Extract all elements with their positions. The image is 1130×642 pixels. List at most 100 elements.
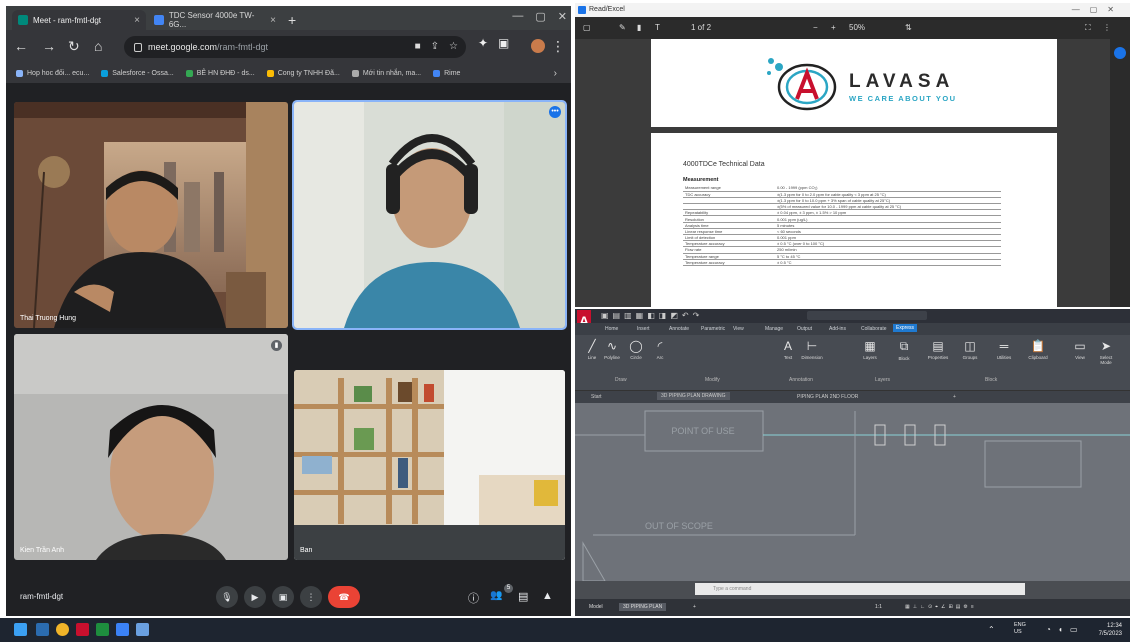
ribbon-tab-insert[interactable]: Insert xyxy=(637,326,650,332)
doc-tab-3d-piping[interactable]: 3D PIPING PLAN DRAWING xyxy=(657,392,730,400)
end-call-button[interactable]: ☎ xyxy=(328,586,360,608)
present-button[interactable]: ▣ xyxy=(272,586,294,608)
layout-tab-model[interactable]: Model xyxy=(589,604,603,610)
close-icon[interactable]: × xyxy=(270,15,276,26)
clock[interactable]: 12:34 7/5/2023 xyxy=(1099,622,1122,638)
drawing-canvas[interactable]: POINT OF USE OUT OF SCOPE xyxy=(575,403,1130,581)
bookmark-item[interactable]: Salesforce - Ossa... xyxy=(101,70,174,77)
ribbon-tab-output[interactable]: Output xyxy=(797,326,812,332)
ribbon-panel-modify[interactable]: Modify xyxy=(705,377,720,383)
ribbon-tab-express[interactable]: Express xyxy=(893,324,918,332)
command-line[interactable]: Type a command xyxy=(695,583,1025,595)
ribbon-tab-view[interactable]: View xyxy=(733,326,744,332)
tool-text[interactable]: A Text xyxy=(777,339,799,369)
reload-icon[interactable]: ↻ xyxy=(68,39,80,53)
files-icon[interactable] xyxy=(136,623,149,636)
add-layout-icon[interactable]: + xyxy=(693,604,696,610)
draw-icon[interactable]: ✎ xyxy=(619,23,626,32)
zoom-in-icon[interactable]: + xyxy=(831,23,836,32)
close-window-button[interactable]: ✕ xyxy=(558,10,567,23)
status-toggles[interactable]: ▦⊥∟⊙⌖∠⊞▤⚙≡ xyxy=(905,604,977,610)
mic-button[interactable]: 🎙 xyxy=(216,586,238,608)
tool-dimension[interactable]: ⊢ Dimension xyxy=(801,339,823,369)
zoom-level[interactable]: 50% xyxy=(849,23,865,32)
minimize-button[interactable]: — xyxy=(512,10,523,23)
people-icon[interactable]: 👥 xyxy=(490,590,502,601)
scale-readout[interactable]: 1:1 xyxy=(875,604,882,610)
tool-properties[interactable]: ▤ Properties xyxy=(927,339,949,369)
bookmark-item[interactable]: Cong ty TNHH Đã... xyxy=(266,70,340,77)
camera-button[interactable]: ▶ xyxy=(244,586,266,608)
ribbon-panel-block[interactable]: Block xyxy=(985,377,997,383)
video-tile-thai-truong-hung[interactable]: Thai Truong Hung xyxy=(14,102,288,328)
tab-tdc-sensor[interactable]: TDC Sensor 4000e TW-6G... × xyxy=(148,10,282,30)
new-tab-button[interactable]: + xyxy=(288,12,296,28)
sidebar-toggle-icon[interactable]: ▢ xyxy=(583,23,591,32)
address-bar[interactable]: meet.google.com/ram-fmtl-dgt ■ ⇪ ☆ xyxy=(124,36,466,58)
activities-icon[interactable]: ▲ xyxy=(542,590,553,602)
window-controls[interactable]: —▢✕ xyxy=(1072,3,1124,17)
language-indicator[interactable]: ENG US xyxy=(1014,622,1026,636)
back-icon[interactable]: ← xyxy=(14,39,28,53)
camera-icon[interactable]: ■ xyxy=(415,41,421,52)
ribbon-panel-annotation[interactable]: Annotation xyxy=(789,377,813,383)
chat-icon[interactable]: ▤ xyxy=(518,590,528,603)
bookmark-item[interactable]: Mới tin nhắn, ma... xyxy=(351,70,421,77)
tool-circle[interactable]: ◯ Circle xyxy=(625,339,647,369)
ribbon-tab-collaborate[interactable]: Collaborate xyxy=(861,326,887,332)
sidepanel-icon[interactable]: ▣ xyxy=(498,36,509,50)
extensions-icon[interactable]: ✦ xyxy=(478,36,488,50)
tool-clipboard[interactable]: 📋 Clipboard xyxy=(1027,339,1049,369)
bookmark-item[interactable]: Hop hoc đối... ecu... xyxy=(16,70,89,77)
tab-meet[interactable]: Meet - ram-fmtl-dgt × xyxy=(12,10,146,30)
command-input[interactable]: Type a command xyxy=(713,586,751,592)
ribbon-tab-parametric[interactable]: Parametric xyxy=(701,326,725,332)
bookmark-star-icon[interactable]: ☆ xyxy=(449,41,458,52)
text-select-icon[interactable]: T xyxy=(655,23,660,32)
home-icon[interactable]: ⌂ xyxy=(94,39,102,53)
video-tile-ban[interactable]: Ban xyxy=(294,370,565,560)
tool-groups[interactable]: ◫ Groups xyxy=(959,339,981,369)
chevron-up-icon[interactable]: ⌃ xyxy=(988,625,997,634)
ribbon-panel-layers[interactable]: Layers xyxy=(875,377,890,383)
new-doc-tab-icon[interactable]: + xyxy=(953,394,956,400)
tool-polyline[interactable]: ∿ Polyline xyxy=(601,339,623,369)
bookmark-item[interactable]: BÊ HN ĐHĐ - ds... xyxy=(185,70,255,77)
assistant-icon[interactable] xyxy=(1114,47,1126,59)
forward-icon[interactable]: → xyxy=(42,39,56,53)
pdf-menu-icon[interactable]: ⋮ xyxy=(1103,23,1111,32)
meeting-info-icon[interactable]: ⓘ xyxy=(468,590,479,606)
zoom-out-icon[interactable]: − xyxy=(813,23,818,32)
excel-icon[interactable] xyxy=(96,623,109,636)
tool-utilities[interactable]: ═ Utilities xyxy=(993,339,1015,369)
chrome-icon[interactable] xyxy=(56,623,69,636)
bookmarks-more-icon[interactable]: › xyxy=(554,68,557,79)
layout-tab-3d-piping[interactable]: 3D PIPING PLAN xyxy=(619,603,667,611)
bookmark-item[interactable]: Rime xyxy=(433,70,460,77)
ribbon-tab-annotate[interactable]: Annotate xyxy=(669,326,689,332)
tool-select-mode[interactable]: ➤ Select Mode xyxy=(1095,339,1117,369)
quick-access-toolbar[interactable]: ▣▤▥▦◧◨◩↶↷ xyxy=(601,311,703,320)
share-icon[interactable]: ⇪ xyxy=(431,41,439,52)
maximize-button[interactable]: ▢ xyxy=(535,10,545,23)
ribbon-tab-manage[interactable]: Manage xyxy=(765,326,783,332)
fit-page-icon[interactable]: ⇅ xyxy=(905,23,912,32)
ribbon-tab-add-ins[interactable]: Add-ins xyxy=(829,326,846,332)
video-tile-kien-tran-anh[interactable]: ▮ Kien Trần Anh xyxy=(14,334,288,560)
volume-icon[interactable]: ◖ xyxy=(1058,625,1067,634)
start-icon[interactable] xyxy=(14,623,27,636)
tool-layers[interactable]: ▦ Layers xyxy=(859,339,881,369)
doc-tab-start[interactable]: Start xyxy=(591,394,602,400)
more-options-button[interactable]: ⋮ xyxy=(300,586,322,608)
menu-icon[interactable]: ⋮ xyxy=(551,39,565,53)
profile-avatar-icon[interactable] xyxy=(531,39,545,53)
autocad-taskbar-icon[interactable] xyxy=(76,623,89,636)
cad-search-box[interactable] xyxy=(807,311,927,320)
more-options-icon[interactable]: ••• xyxy=(549,106,561,118)
tool-line[interactable]: ╱ Line xyxy=(581,339,603,369)
close-icon[interactable]: × xyxy=(134,15,140,26)
fullscreen-icon[interactable]: ⛶ xyxy=(1085,23,1091,33)
ribbon-tab-home[interactable]: Home xyxy=(605,326,618,332)
wifi-icon[interactable]: ◔ xyxy=(1046,625,1055,634)
tool-view[interactable]: ▭ View xyxy=(1069,339,1091,369)
